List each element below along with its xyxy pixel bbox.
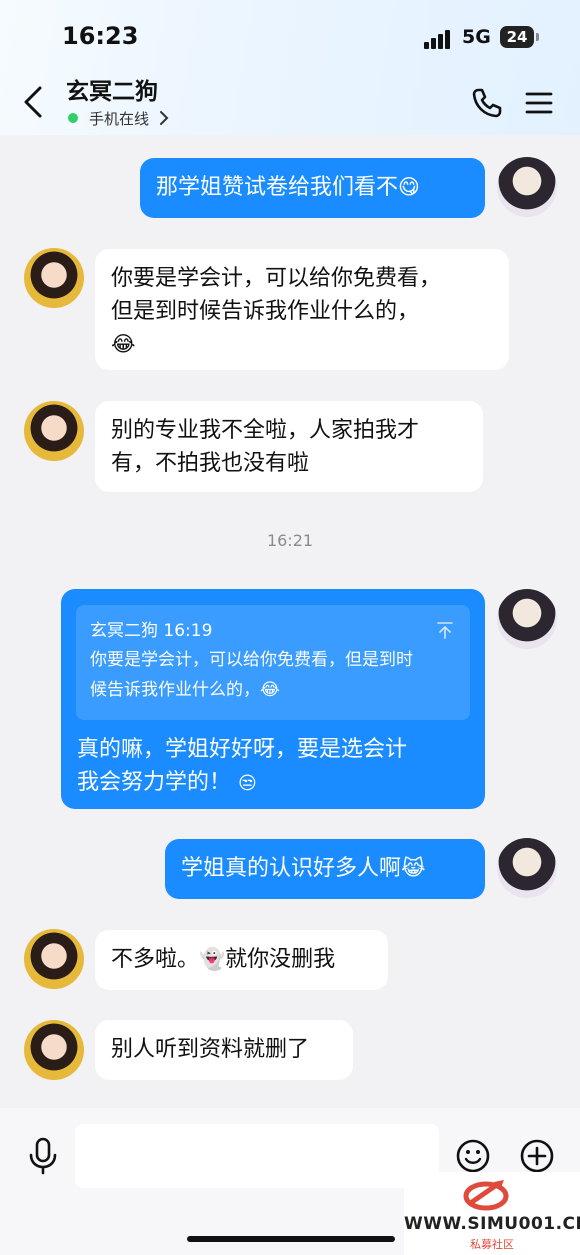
message-line: 但是到时候告诉我作业什么的， (111, 299, 420, 324)
menu-icon[interactable] (524, 88, 554, 118)
home-indicator (187, 1236, 395, 1242)
chevron-right-icon[interactable] (158, 110, 170, 126)
signal-icon (424, 29, 454, 49)
avatar[interactable] (24, 248, 84, 308)
quote-jump-icon[interactable] (436, 620, 454, 640)
message-text-after: 就你没删我 (225, 947, 336, 972)
emoji-icon: 😋 (398, 175, 420, 199)
quote-line-text: 候告诉我作业什么的， (90, 680, 260, 700)
quote-line-2: 候告诉我作业什么的，😂 (90, 675, 456, 705)
message-text-block: 真的嘛，学姐好好呀，要是选会计 我会努力学的！ 😒 (77, 733, 407, 800)
ghost-emoji-icon: 👻 (199, 947, 226, 971)
avatar[interactable] (24, 929, 84, 989)
online-indicator (68, 113, 78, 123)
message-text: 不多啦。 (111, 947, 200, 972)
chat-title[interactable]: 玄冥二狗 (66, 72, 158, 106)
status-time: 16:23 (62, 22, 139, 50)
message-bubble[interactable]: 你要是学会计，可以给你免费看， 但是到时候告诉我作业什么的， 😂 (95, 249, 509, 370)
message-bubble[interactable]: 那学姐赞试卷给我们看不😋 (140, 158, 485, 218)
message-line-2: 我会努力学的！ 😒 (77, 766, 407, 800)
message-bubble[interactable]: 学姐真的认识好多人啊😹 (165, 839, 485, 899)
message-line: 有，不拍我也没有啦 (111, 451, 310, 476)
plus-icon[interactable] (519, 1138, 555, 1174)
message-line: 别的专业我不全啦，人家拍我才 (111, 418, 420, 443)
emoji-icon[interactable] (455, 1138, 491, 1174)
message-text: 那学姐赞试卷给我们看不 (156, 175, 399, 200)
emoji-icon: 😹 (401, 856, 426, 880)
message-bubble[interactable]: 别人听到资料就删了 (95, 1020, 353, 1080)
emoji-icon: 😂 (111, 332, 136, 356)
back-icon[interactable] (16, 84, 52, 120)
avatar[interactable] (497, 589, 557, 649)
emoji-icon: 😒 (238, 773, 257, 794)
battery-icon: 24 (500, 26, 534, 48)
quote-author: 玄冥二狗 16:19 (90, 621, 213, 641)
avatar[interactable] (24, 1020, 84, 1080)
message-text: 学姐真的认识好多人啊 (181, 856, 402, 881)
message-bubble[interactable]: 不多啦。👻就你没删我 (95, 930, 388, 990)
watermark-text: WWW.SIMU001.CN (404, 1214, 580, 1234)
watermark-subtext: 私募社区 (470, 1238, 514, 1251)
avatar[interactable] (497, 838, 557, 898)
message-line: 你要是学会计，可以给你免费看， (111, 266, 442, 291)
battery-cap (536, 33, 539, 41)
avatar[interactable] (497, 157, 557, 217)
avatar[interactable] (24, 401, 84, 461)
message-line: 真的嘛，学姐好好呀，要是选会计 (77, 737, 408, 762)
emoji-icon: 😂 (260, 680, 280, 700)
time-divider: 16:21 (266, 531, 314, 550)
message-text: 别人听到资料就删了 (111, 1037, 310, 1062)
watermark-logo (458, 1176, 514, 1212)
online-status[interactable]: 手机在线 (89, 108, 149, 129)
network-type: 5G (462, 26, 491, 48)
message-input[interactable] (75, 1124, 439, 1188)
message-bubble[interactable]: 别的专业我不全啦，人家拍我才 有，不拍我也没有啦 (95, 401, 483, 492)
phone-icon[interactable] (470, 86, 504, 120)
quote-line: 你要是学会计，可以给你免费看，但是到时 (90, 650, 413, 670)
microphone-icon[interactable] (26, 1136, 60, 1176)
quoted-message[interactable]: 玄冥二狗 16:19 你要是学会计，可以给你免费看，但是到时 候告诉我作业什么的… (76, 605, 470, 720)
message-line-text: 我会努力学的！ (77, 770, 232, 795)
